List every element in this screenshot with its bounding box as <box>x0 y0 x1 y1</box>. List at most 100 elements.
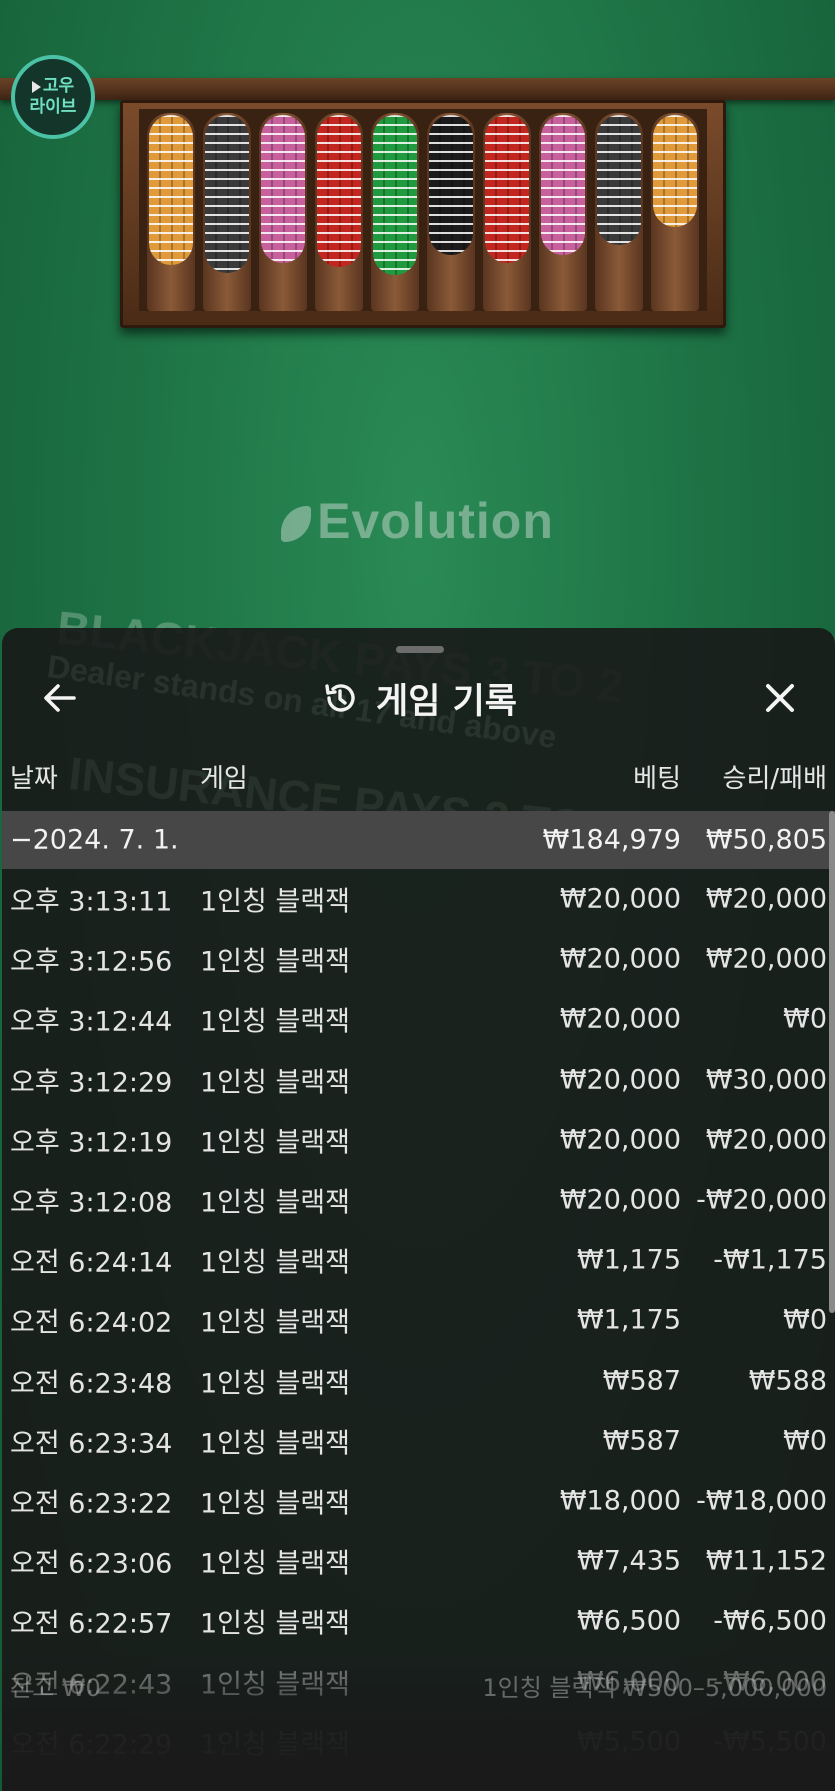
row-bet: ₩20,000 <box>559 883 681 915</box>
history-row[interactable]: 오후 3:12:19 1인칭 블랙잭 ₩20,000 ₩20,000 <box>2 1110 835 1170</box>
history-row[interactable]: 오후 3:13:11 1인칭 블랙잭 ₩20,000 ₩20,000 <box>2 869 835 929</box>
history-row[interactable]: 오전 6:24:14 1인칭 블랙잭 ₩1,175 -₩1,175 <box>2 1230 835 1290</box>
scrollbar[interactable] <box>829 811 835 1313</box>
close-button[interactable] <box>758 676 802 720</box>
history-list: −2024. 7. 1. ₩184,979 ₩50,805 오후 3:13:11… <box>2 811 835 1772</box>
logo-line-1: 고우 <box>42 76 75 96</box>
history-row[interactable]: 오후 3:12:29 1인칭 블랙잭 ₩20,000 ₩30,000 <box>2 1050 835 1110</box>
chip-tray <box>139 109 707 311</box>
row-result: ₩20,000 <box>705 883 827 915</box>
row-bet: ₩7,435 <box>577 1545 681 1577</box>
row-result: ₩0 <box>783 1003 827 1035</box>
row-time: 오후 3:12:29 <box>10 1067 173 1099</box>
column-header-bet[interactable]: 베팅 <box>633 758 681 795</box>
column-header-result[interactable]: 승리/패배 <box>723 758 827 795</box>
row-result: -₩6,500 <box>713 1605 827 1637</box>
day-summary-row[interactable]: −2024. 7. 1. ₩184,979 ₩50,805 <box>2 811 835 869</box>
chip-slot <box>539 113 587 311</box>
row-time: 오전 6:24:14 <box>10 1247 173 1279</box>
history-row[interactable]: 오전 6:22:29 1인칭 블랙잭 ₩5,500 -₩5,500 <box>2 1712 835 1772</box>
drag-handle[interactable] <box>396 646 444 653</box>
chip-stack <box>373 115 417 275</box>
row-game: 1인칭 블랙잭 <box>200 886 350 918</box>
chip-stack <box>485 115 529 263</box>
logo-line-2: 라이브 <box>29 97 77 117</box>
row-result: -₩5,500 <box>713 1726 827 1758</box>
row-time: 오전 6:22:57 <box>10 1608 173 1640</box>
row-bet: ₩20,000 <box>559 1184 681 1216</box>
row-game: 1인칭 블랙잭 <box>200 1368 350 1400</box>
close-icon <box>766 684 794 712</box>
chip-slot <box>595 113 643 311</box>
table-rail <box>0 78 835 100</box>
chip-slot <box>371 113 419 311</box>
row-game: 1인칭 블랙잭 <box>200 1548 350 1580</box>
row-result: ₩11,152 <box>705 1545 827 1577</box>
chip-slot <box>203 113 251 311</box>
row-time: 오후 3:12:19 <box>10 1127 173 1159</box>
history-row[interactable]: 오후 3:12:08 1인칭 블랙잭 ₩20,000 -₩20,000 <box>2 1170 835 1230</box>
chip-slot <box>651 113 699 311</box>
row-time: 오전 6:23:48 <box>10 1368 173 1400</box>
row-game: 1인칭 블랙잭 <box>200 946 350 978</box>
column-header-game[interactable]: 게임 <box>200 758 248 795</box>
row-result: ₩20,000 <box>705 1124 827 1156</box>
row-time: 오전 6:22:43 <box>10 1669 173 1701</box>
column-header-date[interactable]: 날짜 <box>10 758 58 795</box>
chip-stack <box>261 115 305 263</box>
row-game: 1인칭 블랙잭 <box>200 1247 350 1279</box>
row-result: -₩18,000 <box>696 1485 827 1517</box>
row-result: ₩20,000 <box>705 943 827 975</box>
row-bet: ₩18,000 <box>559 1485 681 1517</box>
row-time: 오후 3:12:44 <box>10 1006 173 1038</box>
history-title-wrap: 게임 기록 <box>2 668 835 728</box>
row-result: -₩6,000 <box>713 1666 827 1698</box>
row-game: 1인칭 블랙잭 <box>200 1127 350 1159</box>
row-time: 오전 6:23:22 <box>10 1488 173 1520</box>
chip-stack <box>653 115 697 227</box>
history-row[interactable]: 오후 3:12:56 1인칭 블랙잭 ₩20,000 ₩20,000 <box>2 929 835 989</box>
row-bet: ₩20,000 <box>559 1124 681 1156</box>
history-row[interactable]: 오전 6:23:48 1인칭 블랙잭 ₩587 ₩588 <box>2 1351 835 1411</box>
chip-stack <box>205 115 249 273</box>
row-time: 오전 6:22:29 <box>10 1729 173 1761</box>
day-total-result: ₩50,805 <box>705 824 827 856</box>
chip-slot <box>427 113 475 311</box>
row-game: 1인칭 블랙잭 <box>200 1729 350 1761</box>
row-game: 1인칭 블랙잭 <box>200 1608 350 1640</box>
play-icon <box>31 80 41 93</box>
row-bet: ₩5,500 <box>577 1726 681 1758</box>
chip-slot <box>147 113 195 311</box>
row-game: 1인칭 블랙잭 <box>200 1428 350 1460</box>
row-time: 오전 6:23:34 <box>10 1428 173 1460</box>
history-row[interactable]: 오전 6:23:06 1인칭 블랙잭 ₩7,435 ₩11,152 <box>2 1531 835 1591</box>
chip-stack <box>429 115 473 255</box>
history-row[interactable]: 오전 6:23:34 1인칭 블랙잭 ₩587 ₩0 <box>2 1411 835 1471</box>
chip-stack <box>317 115 361 267</box>
row-bet: ₩6,000 <box>577 1666 681 1698</box>
brand-name: Evolution <box>317 493 554 549</box>
row-game: 1인칭 블랙잭 <box>200 1488 350 1520</box>
chip-stack <box>597 115 641 245</box>
row-time: 오전 6:24:02 <box>10 1307 173 1339</box>
arrow-left-icon <box>44 684 76 712</box>
row-result: -₩20,000 <box>696 1184 827 1216</box>
casino-logo[interactable]: 고우 라이브 <box>11 55 95 139</box>
row-time: 오후 3:12:08 <box>10 1187 173 1219</box>
chip-slot <box>259 113 307 311</box>
row-bet: ₩587 <box>602 1425 681 1457</box>
history-row[interactable]: 오전 6:22:43 1인칭 블랙잭 ₩6,000 -₩6,000 <box>2 1651 835 1711</box>
history-row[interactable]: 오전 6:24:02 1인칭 블랙잭 ₩1,175 ₩0 <box>2 1290 835 1350</box>
history-row[interactable]: 오후 3:12:44 1인칭 블랙잭 ₩20,000 ₩0 <box>2 989 835 1049</box>
history-row[interactable]: 오전 6:23:22 1인칭 블랙잭 ₩18,000 -₩18,000 <box>2 1471 835 1531</box>
row-game: 1인칭 블랙잭 <box>200 1067 350 1099</box>
back-button[interactable] <box>38 676 82 720</box>
row-bet: ₩587 <box>602 1365 681 1397</box>
chip-stack <box>541 115 585 255</box>
page-title: 게임 기록 <box>376 681 517 722</box>
row-game: 1인칭 블랙잭 <box>200 1187 350 1219</box>
row-game: 1인칭 블랙잭 <box>200 1006 350 1038</box>
row-time: 오후 3:12:56 <box>10 946 173 978</box>
history-row[interactable]: 오전 6:22:57 1인칭 블랙잭 ₩6,500 -₩6,500 <box>2 1591 835 1651</box>
row-time: 오전 6:23:06 <box>10 1548 173 1580</box>
